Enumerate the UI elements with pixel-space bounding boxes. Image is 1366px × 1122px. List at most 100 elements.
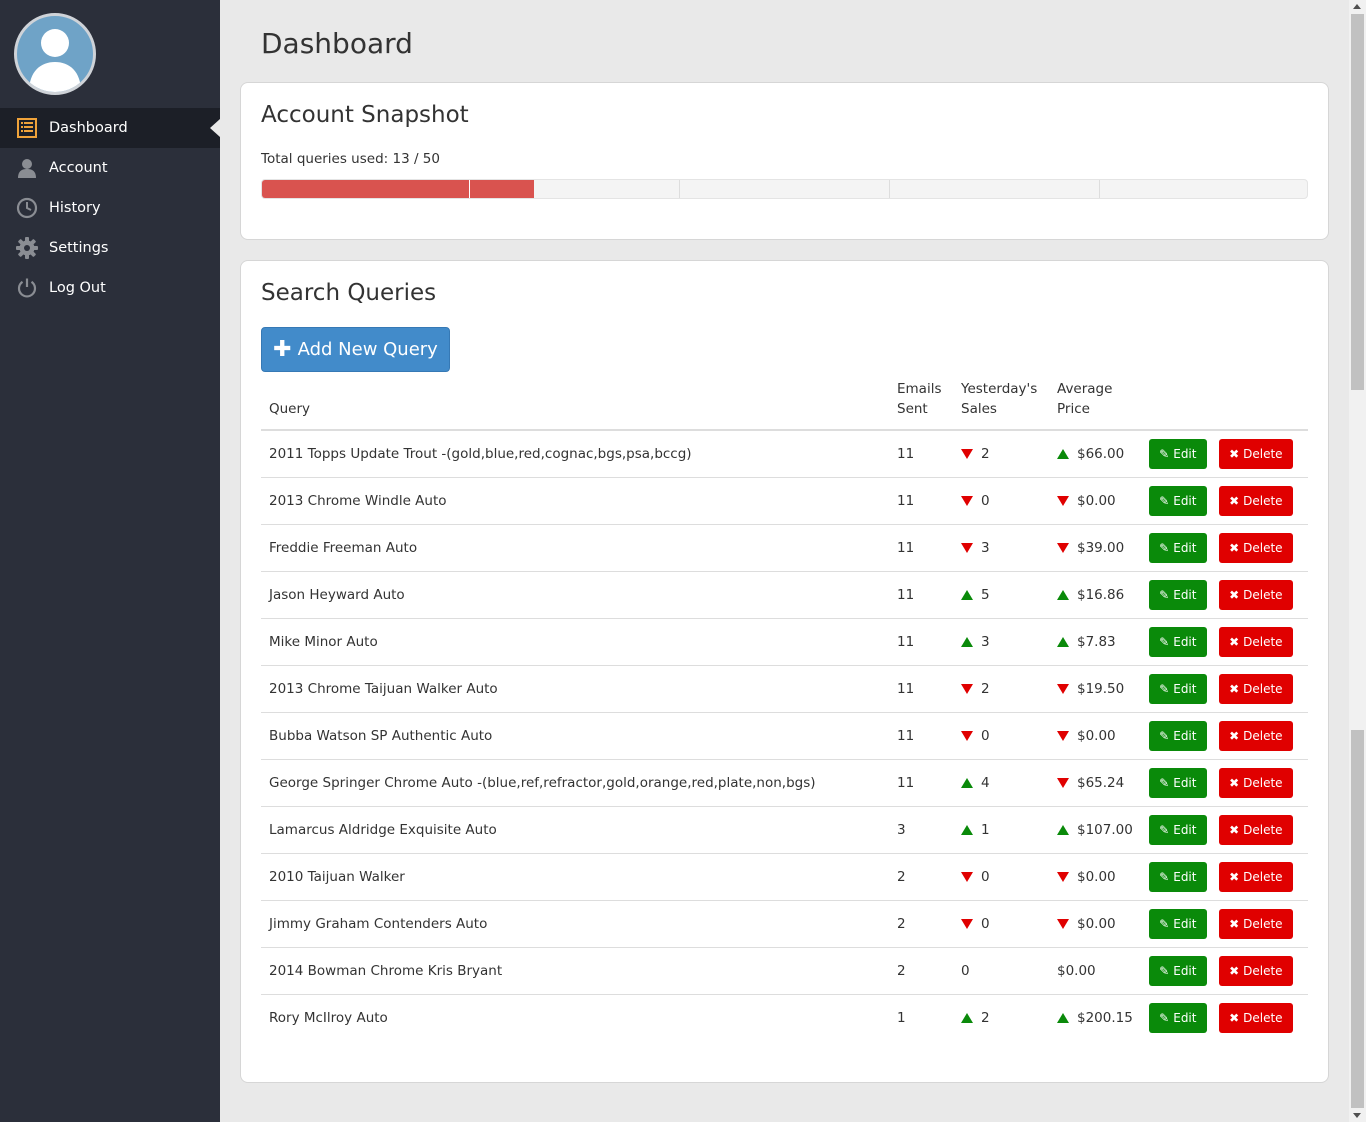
- trend-down-icon: [1057, 777, 1069, 788]
- pencil-icon: ✎: [1159, 681, 1170, 696]
- delete-button[interactable]: ✖ Delete: [1218, 908, 1293, 939]
- scroll-up-arrow-icon[interactable]: [1353, 4, 1361, 9]
- sidebar: Dashboard Account History Settings Log O…: [0, 0, 220, 1122]
- edit-button[interactable]: ✎ Edit: [1148, 814, 1207, 845]
- edit-button[interactable]: ✎ Edit: [1148, 673, 1207, 704]
- edit-button[interactable]: ✎ Edit: [1148, 908, 1207, 939]
- pencil-icon: ✎: [1159, 634, 1170, 649]
- delete-button[interactable]: ✖ Delete: [1218, 955, 1293, 986]
- delete-button[interactable]: ✖ Delete: [1218, 861, 1293, 892]
- x-icon: ✖: [1229, 869, 1240, 884]
- average-price: $16.86: [1049, 571, 1141, 619]
- trend-down-icon: [961, 918, 973, 929]
- table-row: 2010 Taijuan Walker 2 0 $0.00 ✎ Edit ✖ Delete: [261, 853, 1308, 901]
- trend-up-icon: [961, 636, 973, 647]
- x-icon: ✖: [1229, 963, 1240, 978]
- delete-button[interactable]: ✖ Delete: [1218, 626, 1293, 657]
- row-actions: ✎ Edit ✖ Delete: [1140, 853, 1308, 901]
- emails-sent: 11: [889, 571, 953, 619]
- scrollbar-thumb[interactable]: [1351, 730, 1364, 1108]
- edit-button[interactable]: ✎ Edit: [1148, 767, 1207, 798]
- sidebar-item-label: Settings: [49, 240, 109, 256]
- delete-button[interactable]: ✖ Delete: [1218, 1002, 1293, 1033]
- pencil-icon: ✎: [1159, 775, 1170, 790]
- emails-sent: 11: [889, 712, 953, 760]
- delete-button[interactable]: ✖ Delete: [1218, 438, 1293, 469]
- delete-button[interactable]: ✖ Delete: [1218, 579, 1293, 610]
- trend-down-icon: [961, 542, 973, 553]
- trend-down-icon: [1057, 495, 1069, 506]
- sidebar-item-account[interactable]: Account: [0, 148, 220, 188]
- add-new-query-label: Add New Query: [297, 339, 438, 360]
- snapshot-title: Account Snapshot: [261, 102, 469, 128]
- average-price: $0.00: [1049, 900, 1141, 948]
- emails-sent: 3: [889, 806, 953, 854]
- sidebar-item-log-out[interactable]: Log Out: [0, 268, 220, 308]
- header-query: Query: [261, 379, 889, 431]
- edit-button[interactable]: ✎ Edit: [1148, 438, 1207, 469]
- progress-divider: [889, 180, 890, 198]
- sidebar-nav: Dashboard Account History Settings Log O…: [0, 108, 220, 308]
- pencil-icon: ✎: [1159, 728, 1170, 743]
- yesterdays-sales: 0: [953, 477, 1049, 525]
- average-price: $66.00: [1049, 430, 1141, 478]
- edit-button[interactable]: ✎ Edit: [1148, 579, 1207, 610]
- query-name: 2011 Topps Update Trout -(gold,blue,red,…: [261, 430, 889, 478]
- account-snapshot-panel: Account Snapshot Total queries used: 13 …: [240, 82, 1329, 240]
- average-price: $0.00: [1049, 477, 1141, 525]
- avatar-user-icon: [29, 29, 81, 92]
- average-price: $107.00: [1049, 806, 1141, 854]
- delete-button[interactable]: ✖ Delete: [1218, 720, 1293, 751]
- sidebar-item-history[interactable]: History: [0, 188, 220, 228]
- row-actions: ✎ Edit ✖ Delete: [1140, 900, 1308, 948]
- trend-down-icon: [1057, 542, 1069, 553]
- edit-button[interactable]: ✎ Edit: [1148, 485, 1207, 516]
- scrollbar-thumb[interactable]: [1351, 14, 1364, 390]
- average-price: $0.00: [1049, 853, 1141, 901]
- row-actions: ✎ Edit ✖ Delete: [1140, 618, 1308, 666]
- emails-sent: 11: [889, 665, 953, 713]
- header-emails-sent: Emails Sent: [889, 379, 953, 431]
- edit-button[interactable]: ✎ Edit: [1148, 532, 1207, 563]
- query-name: 2014 Bowman Chrome Kris Bryant: [261, 947, 889, 995]
- trend-down-icon: [961, 683, 973, 694]
- x-icon: ✖: [1229, 775, 1240, 790]
- edit-button[interactable]: ✎ Edit: [1148, 955, 1207, 986]
- table-row: 2013 Chrome Taijuan Walker Auto 11 2 $19.50…: [261, 665, 1308, 713]
- x-icon: ✖: [1229, 493, 1240, 508]
- yesterdays-sales: 0: [953, 900, 1049, 948]
- delete-button[interactable]: ✖ Delete: [1218, 673, 1293, 704]
- delete-button[interactable]: ✖ Delete: [1218, 485, 1293, 516]
- trend-down-icon: [1057, 871, 1069, 882]
- delete-button[interactable]: ✖ Delete: [1218, 532, 1293, 563]
- header-actions: [1140, 379, 1308, 431]
- x-icon: ✖: [1229, 822, 1240, 837]
- table-row: 2013 Chrome Windle Auto 11 0 $0.00 ✎ Edit ✖ Del…: [261, 477, 1308, 525]
- edit-button[interactable]: ✎ Edit: [1148, 626, 1207, 657]
- sidebar-item-dashboard[interactable]: Dashboard: [0, 108, 220, 148]
- sidebar-item-label: Dashboard: [49, 120, 128, 136]
- yesterdays-sales: 5: [953, 571, 1049, 619]
- yesterdays-sales: 0: [953, 947, 1049, 995]
- x-icon: ✖: [1229, 446, 1240, 461]
- query-name: Mike Minor Auto: [261, 618, 889, 666]
- delete-button[interactable]: ✖ Delete: [1218, 814, 1293, 845]
- avatar[interactable]: [14, 13, 96, 95]
- row-actions: ✎ Edit ✖ Delete: [1140, 712, 1308, 760]
- row-actions: ✎ Edit ✖ Delete: [1140, 571, 1308, 619]
- yesterdays-sales: 2: [953, 994, 1049, 1041]
- add-new-query-button[interactable]: ✚ Add New Query: [261, 327, 450, 372]
- row-actions: ✎ Edit ✖ Delete: [1140, 947, 1308, 995]
- emails-sent: 2: [889, 900, 953, 948]
- edit-button[interactable]: ✎ Edit: [1148, 720, 1207, 751]
- delete-button[interactable]: ✖ Delete: [1218, 767, 1293, 798]
- sidebar-item-settings[interactable]: Settings: [0, 228, 220, 268]
- query-name: 2013 Chrome Windle Auto: [261, 477, 889, 525]
- edit-button[interactable]: ✎ Edit: [1148, 1002, 1207, 1033]
- page-scrollbar[interactable]: [1349, 0, 1366, 1122]
- progress-divider: [679, 180, 680, 198]
- average-price: $65.24: [1049, 759, 1141, 807]
- query-name: Bubba Watson SP Authentic Auto: [261, 712, 889, 760]
- scroll-down-arrow-icon[interactable]: [1353, 1113, 1361, 1118]
- edit-button[interactable]: ✎ Edit: [1148, 861, 1207, 892]
